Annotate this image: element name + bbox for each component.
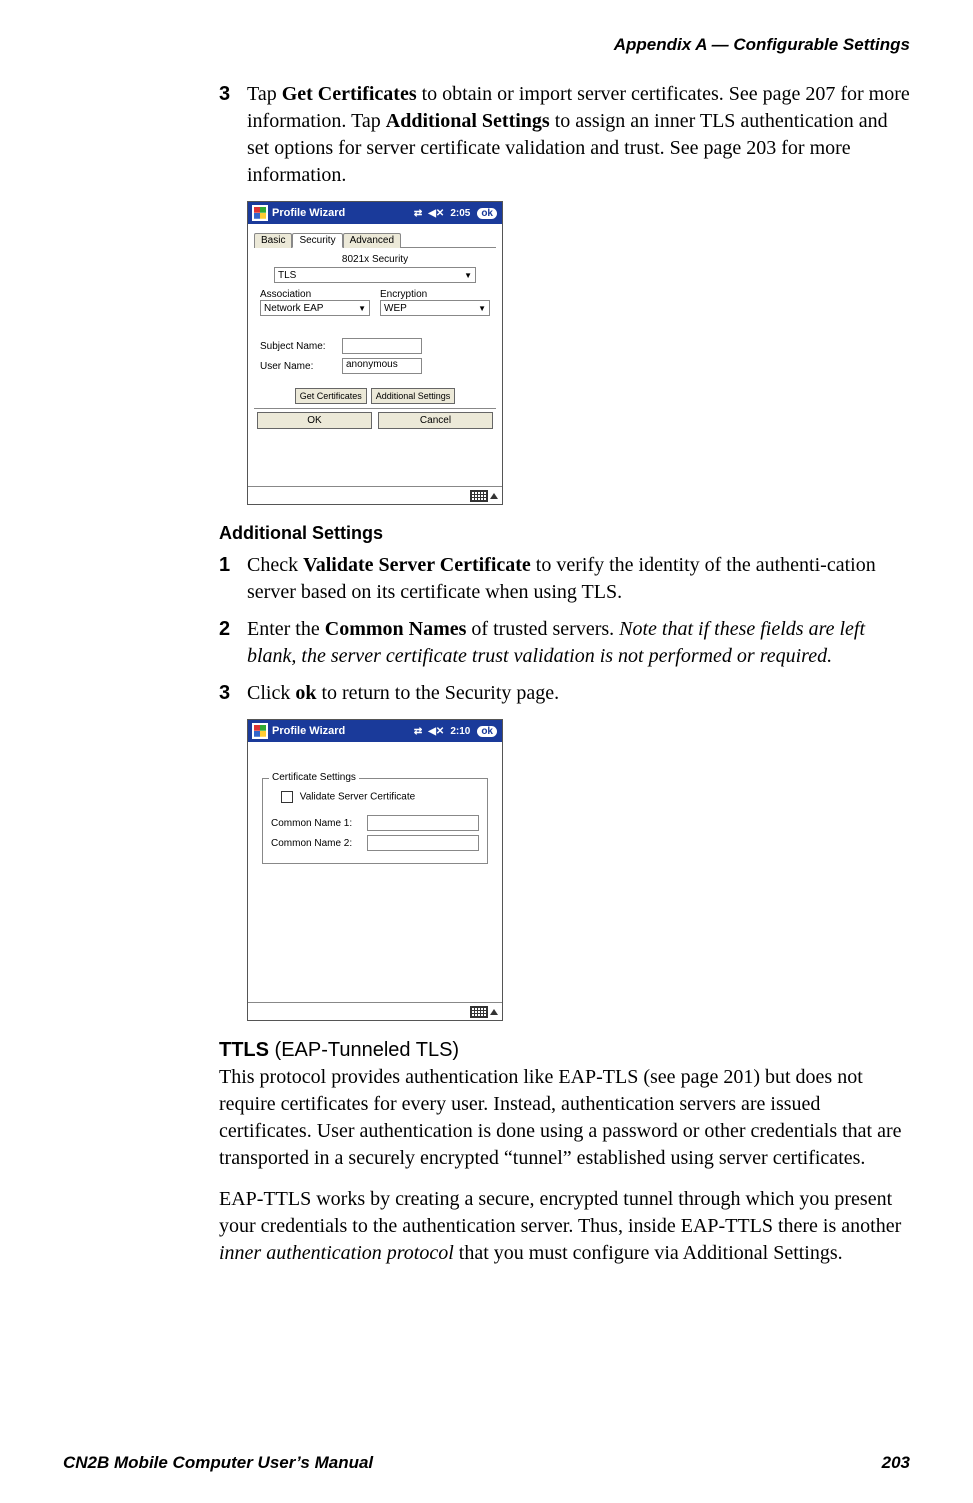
- text: EAP-TTLS works by creating a secure, enc…: [219, 1188, 901, 1237]
- association-label: Association: [260, 289, 370, 300]
- bold-text: Additional Settings: [386, 110, 550, 132]
- bold-text: Get Certificates: [282, 83, 417, 105]
- step-2: 2 Enter the Common Names of trusted serv…: [219, 616, 910, 670]
- encryption-dropdown[interactable]: WEP ▼: [380, 300, 490, 316]
- window-title: Profile Wizard: [272, 725, 410, 737]
- footer-left: CN2B Mobile Computer User’s Manual: [63, 1453, 373, 1473]
- text: Click: [247, 682, 295, 704]
- dropdown-value: Network EAP: [264, 303, 323, 314]
- common-name-2-input[interactable]: [367, 835, 479, 851]
- running-header: Appendix A — Configurable Settings: [63, 35, 910, 55]
- status-icons: ⇄ ◀✕ 2:05 ok: [414, 207, 498, 220]
- sip-bar: [248, 486, 502, 504]
- bold-text: Validate Server Certificate: [303, 554, 531, 576]
- tabs: Basic Security Advanced: [254, 232, 496, 248]
- step-number: 3: [219, 81, 247, 189]
- step-body: Enter the Common Names of trusted server…: [247, 616, 910, 670]
- ok-button[interactable]: ok: [476, 725, 498, 738]
- text: of trusted servers.: [466, 618, 619, 640]
- step-3: 3 Tap Get Certificates to obtain or impo…: [219, 81, 910, 189]
- chevron-down-icon: ▼: [478, 304, 486, 313]
- text: to return to the Security page.: [316, 682, 559, 704]
- connectivity-icon: ⇄: [414, 208, 422, 219]
- tab-advanced[interactable]: Advanced: [343, 233, 401, 248]
- screenshot-certificate-settings: Profile Wizard ⇄ ◀✕ 2:10 ok Certificate …: [247, 719, 503, 1021]
- clock: 2:05: [450, 208, 470, 219]
- association-dropdown[interactable]: Network EAP ▼: [260, 300, 370, 316]
- dropdown-value: WEP: [384, 303, 407, 314]
- subject-name-input[interactable]: [342, 338, 422, 354]
- common-name-1-input[interactable]: [367, 815, 479, 831]
- ttls-paragraph-1: This protocol provides authentication li…: [219, 1064, 910, 1172]
- user-name-label: User Name:: [260, 361, 336, 372]
- chevron-down-icon: ▼: [464, 271, 472, 280]
- up-arrow-icon[interactable]: [490, 1009, 498, 1015]
- common-name-2-label: Common Name 2:: [271, 838, 361, 849]
- certificate-settings-group: Certificate Settings Validate Server Cer…: [262, 778, 488, 864]
- text: that you must configure via Additional S…: [454, 1242, 843, 1264]
- common-name-1-label: Common Name 1:: [271, 818, 361, 829]
- step-number: 2: [219, 616, 247, 670]
- ttls-paragraph-2: EAP-TTLS works by creating a secure, enc…: [219, 1186, 910, 1267]
- text: Tap: [247, 83, 282, 105]
- group-legend: Certificate Settings: [269, 772, 359, 783]
- additional-settings-heading: Additional Settings: [219, 523, 910, 544]
- step-number: 1: [219, 552, 247, 606]
- heading-bold: TTLS: [219, 1039, 269, 1061]
- windows-flag-icon: [252, 205, 268, 221]
- keyboard-icon[interactable]: [470, 1006, 488, 1018]
- heading-rest: (EAP-Tunneled TLS): [269, 1039, 459, 1061]
- connectivity-icon: ⇄: [414, 726, 422, 737]
- ttls-heading: TTLS (EAP-Tunneled TLS): [219, 1039, 910, 1062]
- windows-flag-icon: [252, 723, 268, 739]
- titlebar: Profile Wizard ⇄ ◀✕ 2:10 ok: [248, 720, 502, 742]
- text: Check: [247, 554, 303, 576]
- text: Enter the: [247, 618, 325, 640]
- step-number: 3: [219, 680, 247, 707]
- validate-row: Validate Server Certificate: [271, 789, 479, 811]
- clock: 2:10: [450, 726, 470, 737]
- step-1: 1 Check Validate Server Certificate to v…: [219, 552, 910, 606]
- sip-bar: [248, 1002, 502, 1020]
- dropdown-value: TLS: [278, 270, 296, 281]
- footer: CN2B Mobile Computer User’s Manual 203: [63, 1453, 910, 1473]
- step-body: Click ok to return to the Security page.: [247, 680, 910, 707]
- keyboard-icon[interactable]: [470, 490, 488, 502]
- screenshot-profile-wizard-security: Profile Wizard ⇄ ◀✕ 2:05 ok Basic Securi…: [247, 201, 503, 505]
- tab-basic[interactable]: Basic: [254, 233, 292, 248]
- bold-text: ok: [295, 682, 316, 704]
- additional-settings-button[interactable]: Additional Settings: [371, 388, 456, 404]
- security-dropdown[interactable]: TLS ▼: [274, 267, 476, 283]
- status-icons: ⇄ ◀✕ 2:10 ok: [414, 725, 498, 738]
- speaker-icon: ◀✕: [428, 726, 444, 737]
- ok-button[interactable]: ok: [476, 207, 498, 220]
- window-title: Profile Wizard: [272, 207, 410, 219]
- step-3b: 3 Click ok to return to the Security pag…: [219, 680, 910, 707]
- italic-text: inner authentication protocol: [219, 1242, 454, 1264]
- validate-checkbox[interactable]: [281, 791, 293, 803]
- bold-text: Common Names: [325, 618, 467, 640]
- titlebar: Profile Wizard ⇄ ◀✕ 2:05 ok: [248, 202, 502, 224]
- up-arrow-icon[interactable]: [490, 493, 498, 499]
- ok-button[interactable]: OK: [257, 412, 372, 429]
- validate-label: Validate Server Certificate: [300, 792, 415, 803]
- page-number: 203: [882, 1453, 910, 1473]
- speaker-icon: ◀✕: [428, 208, 444, 219]
- tab-security[interactable]: Security: [292, 233, 342, 248]
- user-name-input[interactable]: anonymous: [342, 358, 422, 374]
- step-body: Check Validate Server Certificate to ver…: [247, 552, 910, 606]
- security-label: 8021x Security: [254, 254, 496, 265]
- subject-name-label: Subject Name:: [260, 341, 336, 352]
- step-body: Tap Get Certificates to obtain or import…: [247, 81, 910, 189]
- chevron-down-icon: ▼: [358, 304, 366, 313]
- cancel-button[interactable]: Cancel: [378, 412, 493, 429]
- get-certificates-button[interactable]: Get Certificates: [295, 388, 367, 404]
- encryption-label: Encryption: [380, 289, 490, 300]
